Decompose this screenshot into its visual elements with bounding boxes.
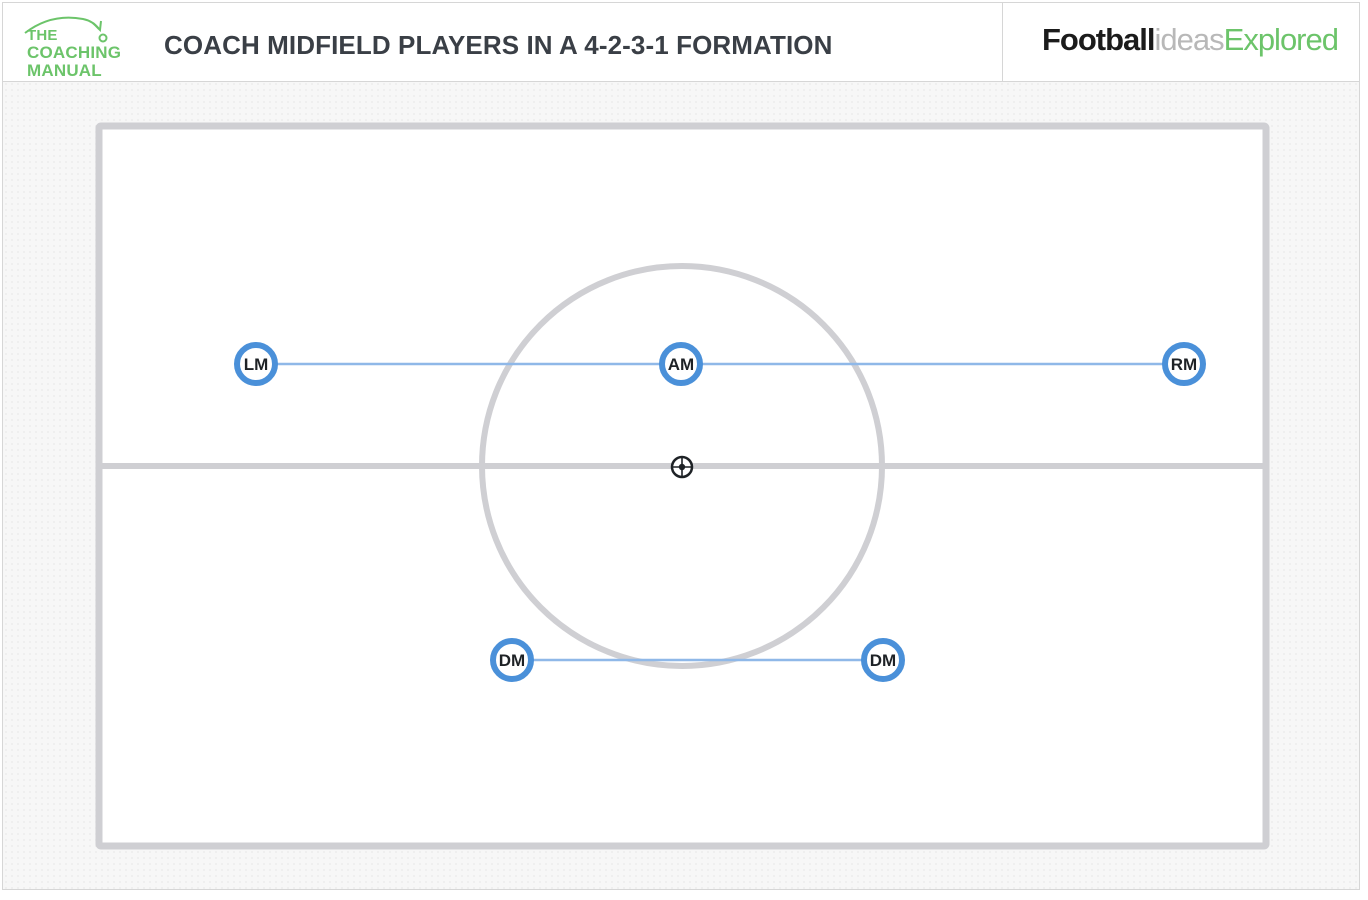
player-marker-am[interactable]: AM — [659, 342, 703, 386]
player-label-lm: LM — [244, 355, 269, 374]
pitch-diagram: LM AM RM DM DM — [95, 122, 1270, 850]
player-label-am: AM — [668, 355, 694, 374]
pitch-surface — [99, 126, 1266, 846]
player-label-rm: RM — [1171, 355, 1197, 374]
football-icon — [670, 455, 694, 479]
player-label-dm-right: DM — [870, 651, 896, 670]
player-label-dm-left: DM — [499, 651, 525, 670]
player-marker-lm[interactable]: LM — [234, 342, 278, 386]
player-marker-dm-right[interactable]: DM — [861, 638, 905, 682]
player-marker-dm-left[interactable]: DM — [490, 638, 534, 682]
player-marker-rm[interactable]: RM — [1162, 342, 1206, 386]
